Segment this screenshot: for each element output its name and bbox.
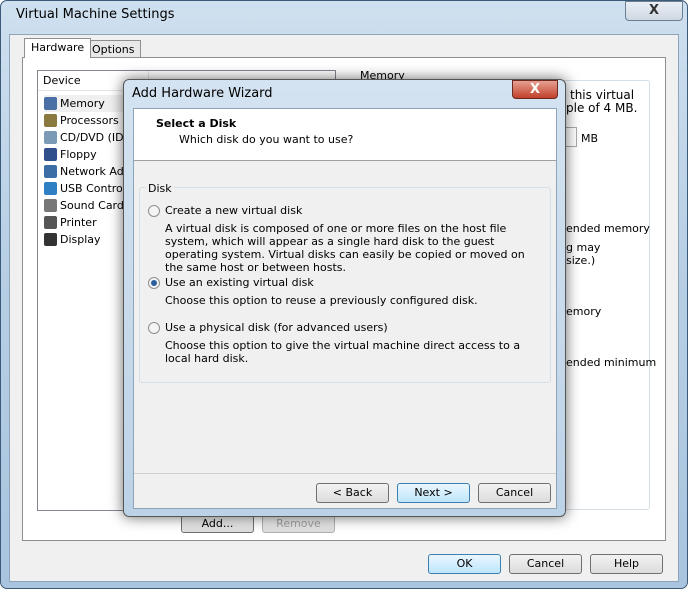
memory-icon <box>44 97 57 110</box>
option-description: A virtual disk is composed of one or mor… <box>165 222 525 274</box>
wizard-cancel-button[interactable]: Cancel <box>478 483 551 503</box>
device-label: Processors <box>60 114 119 127</box>
processor-icon <box>44 114 57 127</box>
radio-button[interactable] <box>148 321 160 334</box>
usb-icon <box>44 182 57 195</box>
memory-text: ple of 4 MB. <box>566 101 638 115</box>
ok-button[interactable]: OK <box>428 554 501 574</box>
device-item[interactable]: Processors <box>44 112 119 129</box>
divider <box>134 473 556 474</box>
option-description: Choose this option to give the virtual m… <box>165 339 521 365</box>
device-label: Sound Card <box>60 199 124 212</box>
wizard-header: Select a Disk Which disk do you want to … <box>134 109 556 161</box>
device-item[interactable]: Sound Card <box>44 197 124 214</box>
wizard-close-button[interactable]: X <box>512 80 558 99</box>
memory-unit: MB <box>581 132 599 145</box>
tab-hardware[interactable]: Hardware <box>24 38 92 58</box>
next-button[interactable]: Next > <box>397 483 470 503</box>
close-button[interactable]: X <box>625 1 683 21</box>
window-title: Virtual Machine Settings <box>16 7 175 22</box>
memory-text: this virtual <box>570 88 635 102</box>
memory-text: ended minimum <box>566 356 657 369</box>
device-label: Floppy <box>60 148 97 161</box>
device-label: Display <box>60 233 101 246</box>
wizard-client: Select a Disk Which disk do you want to … <box>133 108 557 509</box>
memory-spinner[interactable] <box>565 127 577 147</box>
cd-icon <box>44 131 57 144</box>
device-item[interactable]: Network Adapter <box>44 163 130 180</box>
speaker-icon <box>44 199 57 212</box>
printer-icon <box>44 216 57 229</box>
add-hardware-wizard: Add Hardware Wizard X Select a Disk Whic… <box>123 79 566 517</box>
floppy-icon <box>44 148 57 161</box>
memory-text: ended memory <box>566 222 650 235</box>
radio-button[interactable] <box>148 276 160 289</box>
device-label: CD/DVD (IDE) <box>60 131 130 144</box>
memory-text: emory <box>566 305 602 318</box>
wizard-subheading: Which disk do you want to use? <box>179 133 354 146</box>
device-item[interactable]: Printer <box>44 214 97 231</box>
disk-group-label: Disk <box>146 182 174 195</box>
device-label: Printer <box>60 216 97 229</box>
display-icon <box>44 233 57 246</box>
device-item[interactable]: CD/DVD (IDE) <box>44 129 130 146</box>
disk-option-radio[interactable]: Use an existing virtual disk <box>148 276 314 289</box>
help-button[interactable]: Help <box>590 554 663 574</box>
option-label: Use an existing virtual disk <box>165 276 314 289</box>
device-header-label: Device <box>43 74 81 87</box>
option-label: Create a new virtual disk <box>165 204 303 217</box>
back-button[interactable]: < Back <box>316 483 389 503</box>
device-label: Memory <box>60 97 105 110</box>
memory-text: g may <box>566 241 601 254</box>
option-description: Choose this option to reuse a previously… <box>165 294 478 307</box>
tab-options[interactable]: Options <box>85 40 142 58</box>
device-item[interactable]: Floppy <box>44 146 97 163</box>
device-item[interactable]: USB Controller <box>44 180 130 197</box>
disk-option-radio[interactable]: Create a new virtual disk <box>148 204 302 217</box>
option-label: Use a physical disk (for advanced users) <box>165 321 388 334</box>
memory-text: size.) <box>566 254 596 267</box>
device-item[interactable]: Display <box>44 231 101 248</box>
disk-option-radio[interactable]: Use a physical disk (for advanced users) <box>148 321 388 334</box>
device-label: USB Controller <box>60 182 130 195</box>
radio-button[interactable] <box>148 204 160 217</box>
disk-group: Disk Create a new virtual disk A virtual … <box>139 182 551 383</box>
wizard-title: Add Hardware Wizard <box>132 86 273 101</box>
cancel-button[interactable]: Cancel <box>509 554 582 574</box>
device-label: Network Adapter <box>60 165 130 178</box>
network-icon <box>44 165 57 178</box>
wizard-heading: Select a Disk <box>156 117 237 130</box>
